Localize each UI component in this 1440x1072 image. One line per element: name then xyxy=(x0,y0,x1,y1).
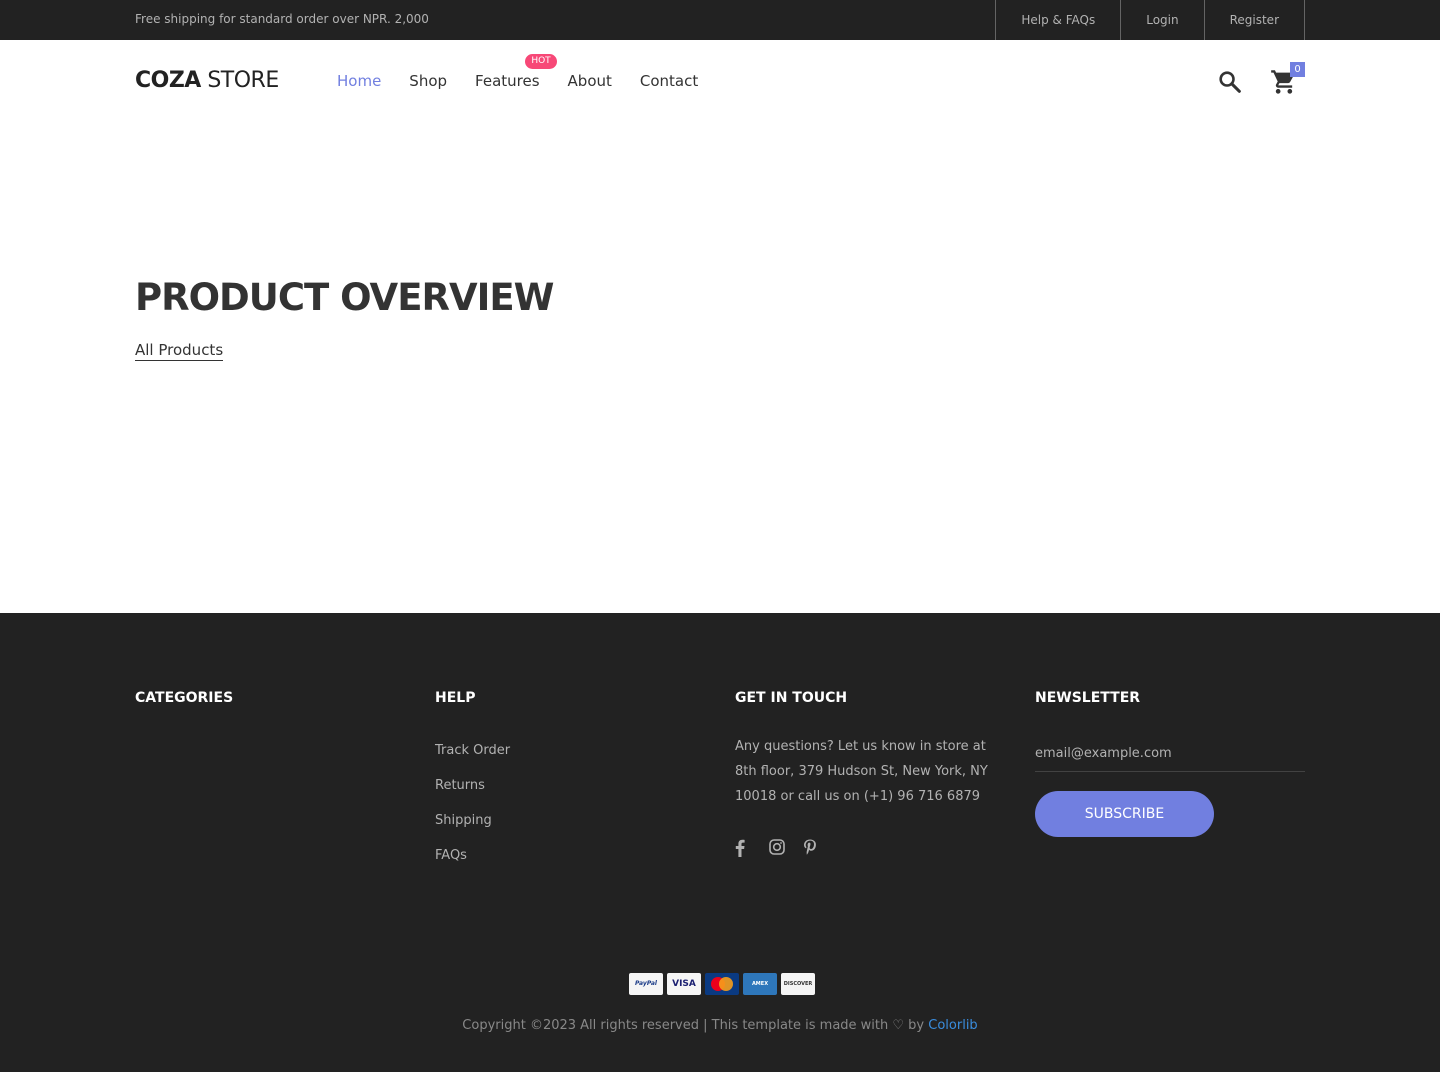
nav-contact[interactable]: Contact xyxy=(640,72,698,90)
pinterest-icon[interactable] xyxy=(803,839,819,857)
cart-count-badge: 0 xyxy=(1290,62,1305,77)
mastercard-icon xyxy=(705,973,739,995)
list-item: Track Order xyxy=(435,742,705,760)
contact-text: Any questions? Let us know in store at 8… xyxy=(735,739,988,804)
footer-help: HELP Track Order Returns Shipping FAQs xyxy=(435,690,705,882)
nav-shop[interactable]: Shop xyxy=(409,72,447,90)
newsletter-heading: NEWSLETTER xyxy=(1035,690,1141,706)
copyright: Copyright ©2023 All rights reserved | Th… xyxy=(0,1018,1440,1033)
visa-icon: VISA xyxy=(667,973,701,995)
top-bar-links: Help & FAQs Login Register xyxy=(995,0,1305,40)
colorlib-link[interactable]: Colorlib xyxy=(928,1018,977,1033)
list-item: FAQs xyxy=(435,847,705,865)
social-links xyxy=(735,839,1005,857)
amex-icon: AMEX xyxy=(743,973,777,995)
help-faqs-link[interactable]: Help & FAQs xyxy=(995,0,1120,40)
copyright-text: Copyright ©2023 All rights reserved | Th… xyxy=(462,1018,925,1033)
list-item: Shipping xyxy=(435,812,705,830)
shipping-link[interactable]: Shipping xyxy=(435,813,492,828)
subscribe-button[interactable]: SUBSCRIBE xyxy=(1035,791,1214,837)
list-item: Returns xyxy=(435,777,705,795)
nav-home[interactable]: Home xyxy=(337,72,381,90)
all-products-link[interactable]: All Products xyxy=(135,341,224,361)
top-bar: Free shipping for standard order over NP… xyxy=(0,0,1440,40)
page-title: PRODUCT OVERVIEW xyxy=(135,276,554,319)
hot-badge: HOT xyxy=(525,54,557,69)
footer-newsletter: NEWSLETTER SUBSCRIBE xyxy=(1035,690,1305,837)
main-header: COZA STORE HOT Home Shop Features About … xyxy=(0,40,1440,124)
help-heading: HELP xyxy=(435,690,476,706)
discover-icon: DISCOVER xyxy=(781,973,815,995)
footer: CATEGORIES HELP Track Order Returns Ship… xyxy=(0,613,1440,1072)
instagram-icon[interactable] xyxy=(769,839,785,857)
faqs-link[interactable]: FAQs xyxy=(435,848,467,863)
get-in-touch-heading: GET IN TOUCH xyxy=(735,690,848,706)
nav-about[interactable]: About xyxy=(568,72,612,90)
site-logo[interactable]: COZA STORE xyxy=(135,68,279,93)
footer-get-in-touch: GET IN TOUCH Any questions? Let us know … xyxy=(735,690,1005,857)
register-link[interactable]: Register xyxy=(1203,0,1305,40)
logo-bold: COZA xyxy=(135,68,201,93)
track-order-link[interactable]: Track Order xyxy=(435,743,510,758)
help-list: Track Order Returns Shipping FAQs xyxy=(435,742,705,865)
search-icon[interactable] xyxy=(1216,68,1244,96)
nav-features[interactable]: Features xyxy=(475,72,540,90)
paypal-icon: PayPal xyxy=(629,973,663,995)
main-nav: Home Shop Features About Contact xyxy=(337,72,726,90)
shipping-notice: Free shipping for standard order over NP… xyxy=(135,12,429,26)
facebook-icon[interactable] xyxy=(735,839,751,857)
categories-heading: CATEGORIES xyxy=(135,690,234,706)
footer-categories: CATEGORIES xyxy=(135,690,405,742)
logo-light: STORE xyxy=(207,68,279,93)
returns-link[interactable]: Returns xyxy=(435,778,485,793)
login-link[interactable]: Login xyxy=(1120,0,1203,40)
payment-methods: PayPal VISA AMEX DISCOVER xyxy=(629,973,815,995)
email-field[interactable] xyxy=(1035,736,1305,772)
